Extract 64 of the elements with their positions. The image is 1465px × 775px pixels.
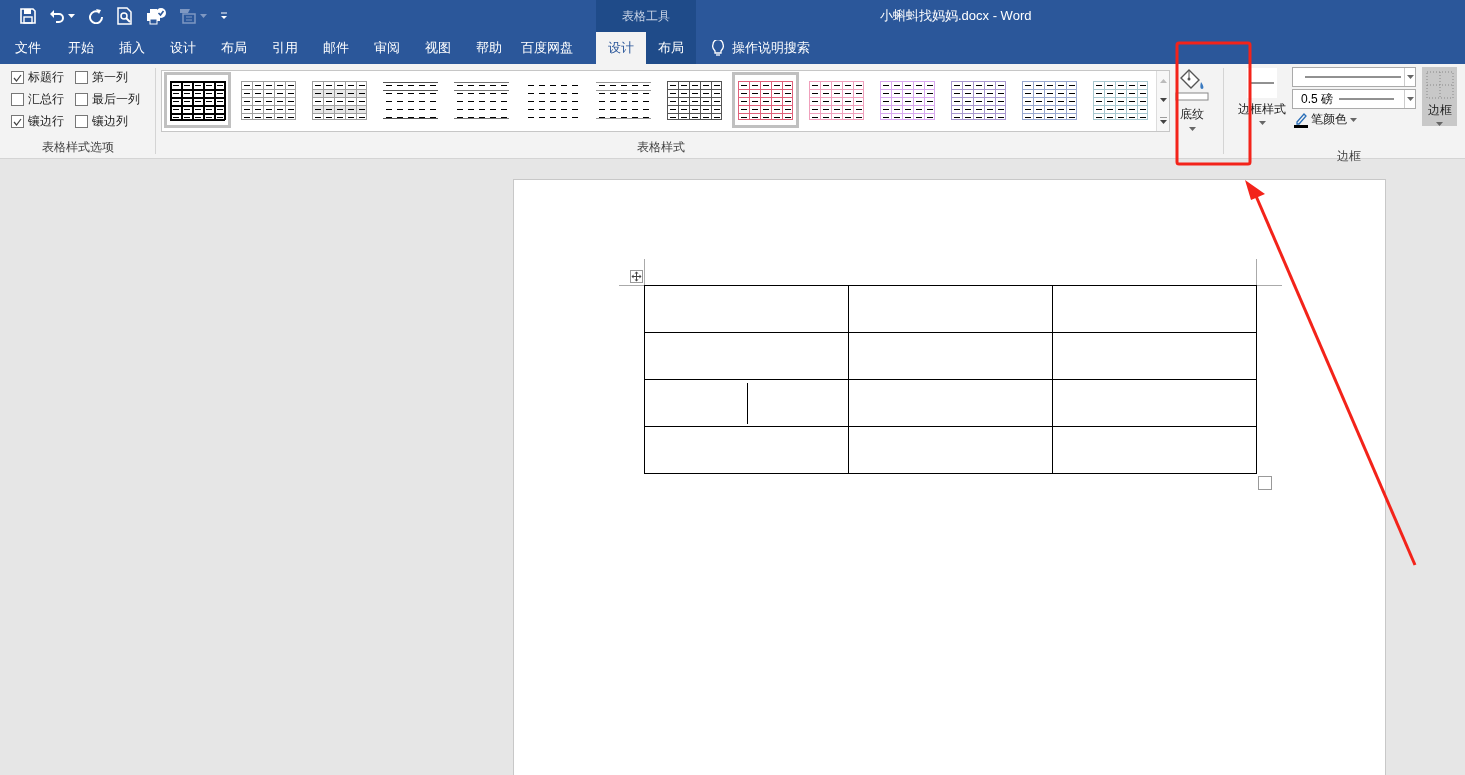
- ribbon-tab[interactable]: 布局: [208, 32, 259, 64]
- line-sample-icon: [1250, 82, 1274, 84]
- print-preview-icon[interactable]: [117, 7, 133, 25]
- customize-icon[interactable]: [220, 12, 228, 20]
- more-icon[interactable]: [1159, 116, 1167, 124]
- border-styles-button[interactable]: 边框样式: [1234, 64, 1290, 148]
- ribbon-tab[interactable]: 设计: [596, 32, 646, 64]
- ribbon-tab[interactable]: 文件: [0, 32, 55, 64]
- caret-icon: [68, 14, 75, 18]
- scroll-down-icon[interactable]: [1159, 97, 1167, 102]
- caret-icon: [200, 14, 207, 18]
- checkbox[interactable]: [74, 71, 88, 84]
- resize-handle[interactable]: [1258, 476, 1272, 490]
- contextual-group-label: 表格工具: [622, 7, 670, 25]
- lightbulb-icon[interactable]: [712, 40, 724, 56]
- ribbon-tab[interactable]: 审阅: [361, 32, 412, 64]
- border-line: [747, 383, 748, 424]
- ribbon-tab[interactable]: 开始: [55, 32, 106, 64]
- checkbox[interactable]: [10, 115, 24, 128]
- paint-bucket-icon: [1175, 68, 1209, 102]
- pen-color-button[interactable]: 笔颜色: [1292, 111, 1416, 128]
- caret-icon: [1406, 97, 1414, 101]
- checkbox-label[interactable]: 汇总行: [27, 91, 64, 108]
- line-sample-icon: [1339, 98, 1394, 100]
- checkbox[interactable]: [74, 93, 88, 106]
- table-style-thumbnail[interactable]: [164, 72, 231, 128]
- redo-icon[interactable]: [88, 8, 104, 24]
- group-label: 表格样式选项: [41, 138, 114, 156]
- printer-check-icon[interactable]: [146, 7, 166, 25]
- window-title: 小蝌蚪找妈妈.docx - Word: [880, 7, 1032, 25]
- checkbox-label[interactable]: 镶边列: [91, 113, 128, 130]
- line-style-dropdown[interactable]: [1292, 67, 1416, 87]
- caret-icon: [1188, 127, 1196, 131]
- tell-me-search[interactable]: 操作说明搜索: [732, 39, 810, 57]
- pen-icon: [1294, 111, 1308, 128]
- table-style-thumbnail[interactable]: [732, 72, 799, 128]
- ribbon-tab[interactable]: 布局: [646, 32, 696, 64]
- checkbox[interactable]: [10, 71, 24, 84]
- caret-icon: [1406, 75, 1414, 79]
- undo-icon[interactable]: [49, 8, 65, 24]
- ribbon-tab[interactable]: 邮件: [310, 32, 361, 64]
- ribbon-tab[interactable]: 设计: [157, 32, 208, 64]
- borders-button[interactable]: 边框: [1422, 67, 1457, 126]
- ribbon-tab[interactable]: 百度网盘: [514, 32, 580, 64]
- save-icon[interactable]: [20, 8, 36, 24]
- ribbon-tab[interactable]: 插入: [106, 32, 157, 64]
- group-label: 表格样式: [636, 138, 685, 156]
- ribbon-tab[interactable]: 引用: [259, 32, 310, 64]
- caret-icon: [1436, 122, 1443, 126]
- ribbon-tab[interactable]: 帮助: [463, 32, 514, 64]
- move-handle-icon[interactable]: [630, 270, 643, 283]
- checkbox[interactable]: [74, 115, 88, 128]
- group-label: 边框: [1336, 148, 1362, 165]
- caret-icon: [1258, 121, 1266, 125]
- checkbox-label[interactable]: 镶边行: [27, 113, 64, 130]
- grid-icon: [1425, 71, 1454, 99]
- checkbox-label[interactable]: 第一列: [91, 69, 128, 86]
- line-weight-dropdown[interactable]: 0.5 磅: [1292, 89, 1416, 109]
- caret-icon: [1350, 117, 1357, 122]
- checkbox[interactable]: [10, 93, 24, 106]
- shading-button[interactable]: 底纹: [1165, 64, 1219, 158]
- checkbox-label[interactable]: 标题行: [27, 69, 64, 86]
- checkbox-label[interactable]: 最后一列: [91, 91, 140, 108]
- ribbon-tab[interactable]: 视图: [412, 32, 463, 64]
